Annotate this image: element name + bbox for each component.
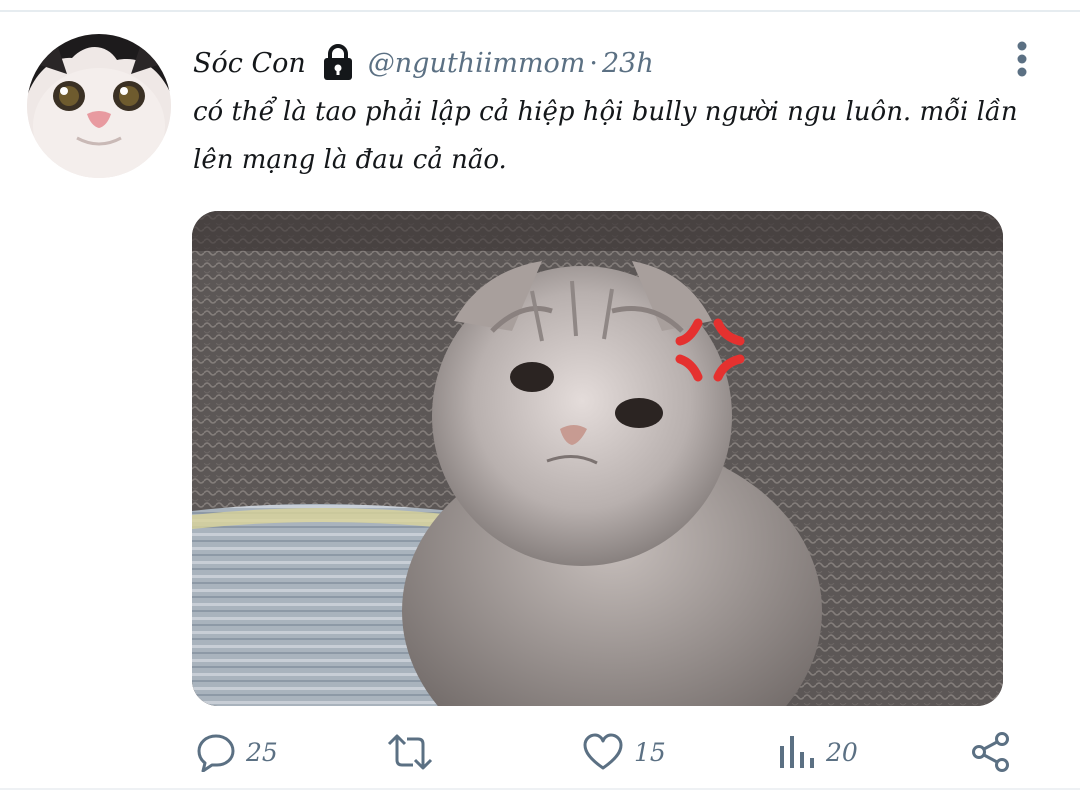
more-vertical-icon[interactable]: [1008, 40, 1036, 80]
views-chart-icon: [780, 736, 814, 768]
separator-dot: ·: [589, 47, 598, 79]
tweet-text: có thể là tao phải lập cả hiệp hội bully…: [193, 97, 1018, 175]
display-name[interactable]: Sóc Con: [193, 48, 306, 79]
handle[interactable]: @nguthiimmom: [368, 48, 586, 79]
bottom-divider: [0, 788, 1080, 790]
heart-icon: [583, 733, 623, 770]
tweet-actions: 25 15 20: [0, 724, 1080, 780]
tweet-header: Sóc Con @nguthiimmom · 23h: [193, 38, 654, 88]
share-button[interactable]: [970, 724, 1012, 780]
reply-icon: [197, 734, 235, 772]
like-button[interactable]: 15: [582, 724, 666, 780]
timestamp[interactable]: 23h: [602, 48, 654, 79]
top-divider: [0, 10, 1080, 12]
view-count: 20: [826, 737, 858, 767]
reply-button[interactable]: 25: [196, 724, 278, 780]
tweet-media[interactable]: [192, 211, 1003, 706]
cat-avatar-image: [27, 34, 171, 178]
like-count: 15: [634, 737, 666, 767]
lock-icon: [320, 43, 356, 83]
avatar[interactable]: [27, 34, 171, 178]
angry-kitten-photo: [192, 211, 1003, 706]
reply-count: 25: [246, 737, 278, 767]
retweet-icon: [387, 734, 433, 770]
retweet-button[interactable]: [385, 724, 445, 780]
views-button[interactable]: 20: [778, 724, 858, 780]
share-icon: [972, 732, 1009, 772]
